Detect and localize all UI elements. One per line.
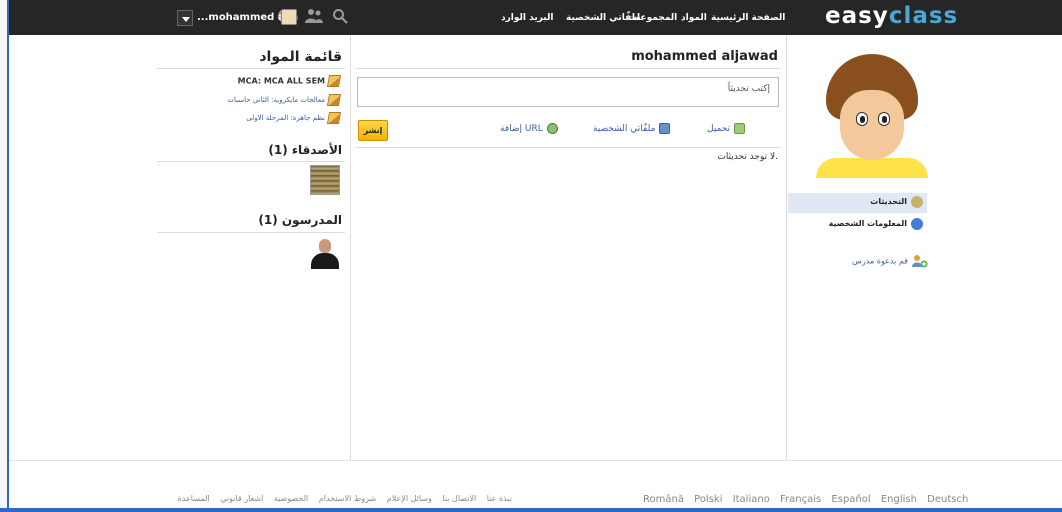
- divider: [355, 147, 781, 148]
- friends-title[interactable]: الأصدقاء (1): [268, 143, 342, 157]
- sidebar-item-label: التحديثات: [870, 197, 907, 206]
- upload-label[interactable]: تحميل: [707, 124, 730, 134]
- footer-link[interactable]: المساعدة: [178, 494, 210, 503]
- my-files-label[interactable]: ملفّاتي الشخصية: [593, 124, 655, 134]
- my-files-action[interactable]: ملفّاتي الشخصية: [593, 123, 671, 134]
- user-menu[interactable]: ...mohammed alja: [177, 8, 369, 28]
- sidebar-item-label: المعلومات الشخصية: [828, 219, 907, 228]
- sidebar-item-personal-info[interactable]: المعلومات الشخصية: [788, 215, 927, 235]
- easyclass-logo[interactable]: easyclass: [825, 3, 958, 29]
- pencil-icon: [326, 112, 342, 124]
- window-frame-left: [0, 0, 9, 512]
- update-placeholder: إكتب تحديثاً: [727, 84, 770, 94]
- invite-teacher-label[interactable]: قم بدعوة مدرس: [852, 257, 908, 266]
- footer-link[interactable]: الاتصال بنا: [442, 494, 476, 503]
- footer-link[interactable]: شروط الاستخدام: [319, 494, 376, 503]
- column-divider: [786, 35, 787, 460]
- footer-link[interactable]: نبذة عنا: [487, 494, 512, 503]
- top-navigation-bar: easyclass الصفحة الرئيسية المواد المجموع…: [9, 0, 1062, 35]
- update-input[interactable]: إكتب تحديثاً: [357, 77, 779, 107]
- footer-links: نبذة عنا الاتصال بنا وسائل الإعلام شروط …: [170, 494, 512, 503]
- footer-link[interactable]: اشعار قانوني: [220, 494, 263, 503]
- profile-files-icon: [659, 123, 671, 134]
- upload-action[interactable]: تحميل: [707, 123, 746, 134]
- nav-home[interactable]: الصفحة الرئيسية: [711, 13, 785, 23]
- language-links: Română Polski Italiano Français Español …: [643, 494, 975, 505]
- column-divider: [350, 35, 351, 460]
- course-label[interactable]: نظم جاهزة: المرحلة الاولى: [246, 114, 325, 122]
- invite-teacher-link[interactable]: قم بدعوة مدرس: [852, 254, 928, 268]
- pencil-icon: [326, 94, 342, 106]
- link-icon: [546, 123, 558, 134]
- chevron-down-icon[interactable]: [177, 10, 193, 26]
- course-label[interactable]: معالجات مايكروية: الثاني حاسبات: [227, 96, 325, 104]
- window-frame-bottom: [0, 508, 1062, 512]
- course-item[interactable]: نظم جاهزة: المرحلة الاولى: [246, 111, 342, 125]
- add-url-action[interactable]: إضافة URL: [500, 123, 558, 134]
- teachers-title[interactable]: المدرسون (1): [258, 213, 342, 227]
- add-url-label[interactable]: إضافة URL: [500, 124, 543, 134]
- courses-title: قائمة المواد: [259, 49, 342, 65]
- course-item[interactable]: MCA: MCA ALL SEM: [238, 74, 342, 88]
- teacher-avatar[interactable]: [309, 237, 341, 269]
- user-avatar-icon[interactable]: [281, 9, 297, 25]
- profile-avatar[interactable]: [816, 50, 928, 178]
- course-item[interactable]: معالجات مايكروية: الثاني حاسبات: [227, 93, 342, 107]
- divider: [157, 232, 345, 233]
- language-link[interactable]: Español: [831, 494, 870, 505]
- language-link[interactable]: Italiano: [733, 494, 770, 505]
- upload-icon: [734, 123, 746, 134]
- footer-link[interactable]: وسائل الإعلام: [387, 494, 432, 503]
- language-link[interactable]: Română: [643, 494, 684, 505]
- footer-link[interactable]: الخصوصية: [274, 494, 308, 503]
- language-link[interactable]: Deutsch: [927, 494, 968, 505]
- nav-inbox[interactable]: البريد الوارد: [501, 13, 553, 23]
- language-link[interactable]: Français: [780, 494, 821, 505]
- course-label[interactable]: MCA: MCA ALL SEM: [238, 77, 325, 86]
- pencil-icon: [326, 75, 342, 87]
- divider: [355, 68, 781, 69]
- invite-teacher-icon: [912, 254, 928, 268]
- sidebar-item-updates[interactable]: التحديثات: [788, 193, 927, 213]
- divider: [157, 161, 345, 162]
- updates-icon: [911, 196, 923, 208]
- info-icon: [911, 218, 923, 230]
- language-link[interactable]: English: [881, 494, 917, 505]
- footer-divider: [9, 460, 1062, 461]
- language-link[interactable]: Polski: [694, 494, 722, 505]
- divider: [157, 68, 345, 69]
- post-button[interactable]: إنشر: [358, 120, 388, 141]
- nav-my-files[interactable]: ملفّاتي الشخصية: [566, 13, 641, 23]
- nav-courses[interactable]: المواد: [681, 13, 707, 23]
- profile-name: mohammed aljawad: [631, 49, 778, 64]
- no-updates-message: لا توجد تحديثات.: [717, 152, 778, 162]
- friend-avatar[interactable]: [310, 165, 340, 195]
